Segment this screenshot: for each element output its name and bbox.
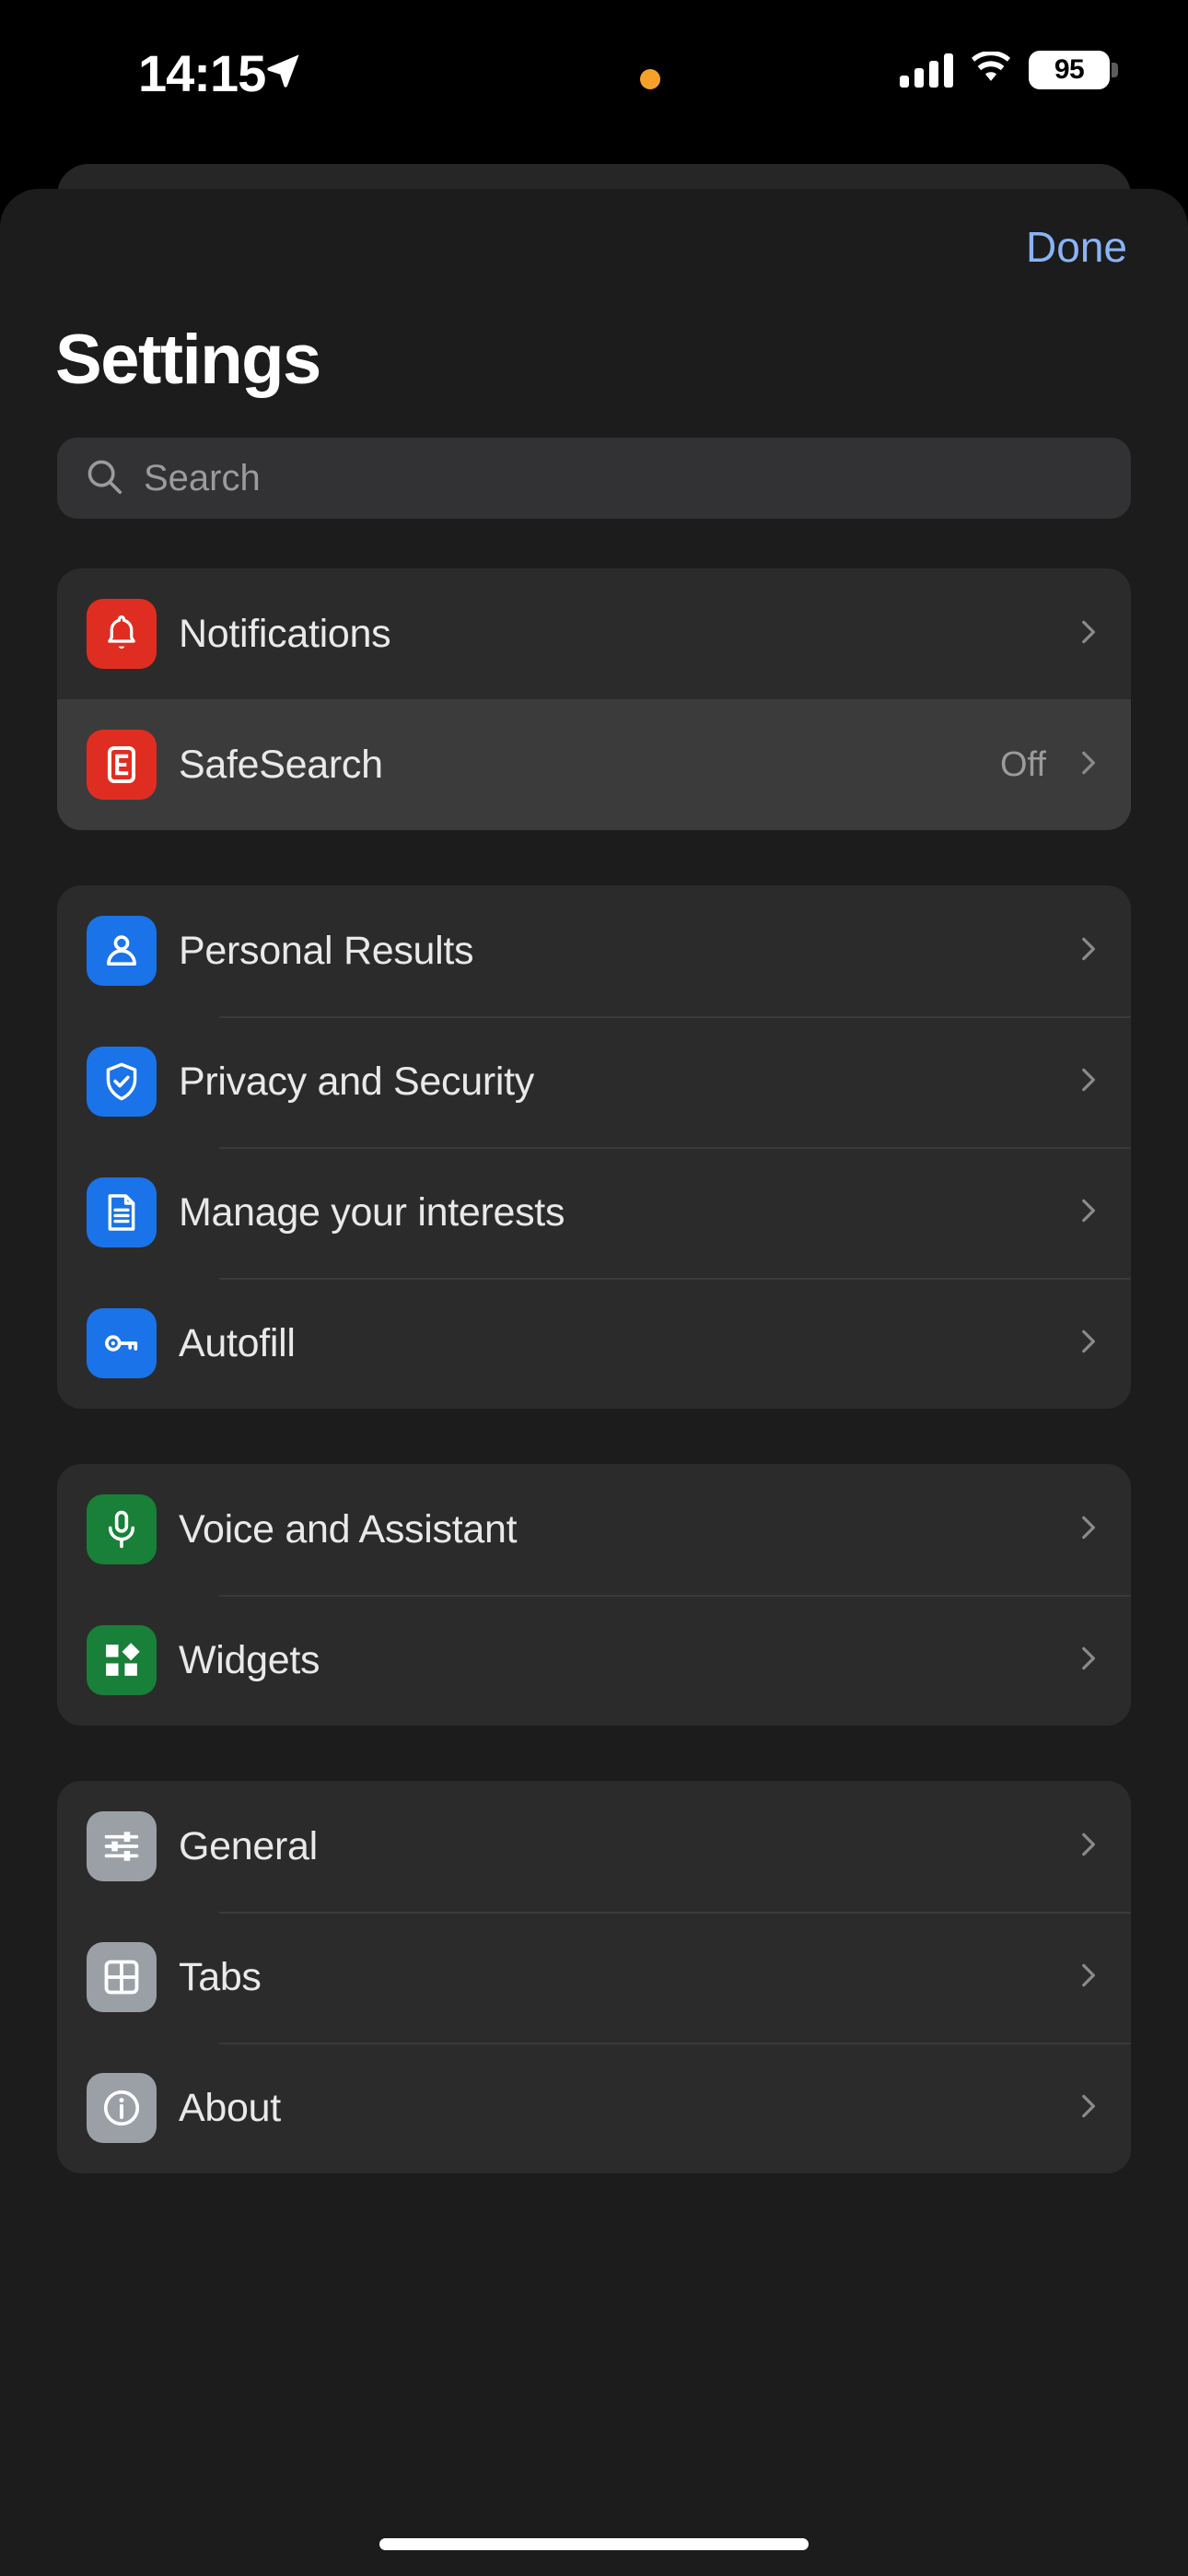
cellular-signal-icon (900, 53, 953, 88)
settings-row-voice-and-assistant[interactable]: Voice and Assistant (57, 1464, 1131, 1595)
widgets-icon (87, 1625, 157, 1695)
page-title: Settings (55, 321, 321, 399)
settings-row-notifications[interactable]: Notifications (57, 568, 1131, 699)
grid-icon (87, 1942, 157, 2012)
chevron-right-icon (1072, 1064, 1103, 1100)
row-divider (219, 1912, 1131, 1914)
chevron-right-icon (1072, 1643, 1103, 1679)
settings-row-safesearch[interactable]: SafeSearch Off (57, 699, 1131, 830)
status-bar-indicators: 95 (900, 50, 1118, 89)
key-icon (87, 1308, 157, 1378)
row-divider (219, 2043, 1131, 2044)
chevron-right-icon (1072, 1829, 1103, 1865)
settings-row-privacy-and-security[interactable]: Privacy and Security (57, 1016, 1131, 1147)
sliders-icon (87, 1811, 157, 1881)
settings-row-label: Widgets (179, 1637, 320, 1682)
search-field[interactable]: Search (57, 438, 1131, 519)
settings-group: General Tabs About (57, 1781, 1131, 2173)
phone-screen: 14:15 95 Done Settings Search Notificati… (0, 0, 1188, 2576)
settings-row-manage-your-interests[interactable]: Manage your interests (57, 1147, 1131, 1278)
rating-e-icon (87, 730, 157, 800)
settings-row-widgets[interactable]: Widgets (57, 1595, 1131, 1726)
chevron-right-icon (1072, 933, 1103, 969)
settings-groups: Notifications SafeSearch Off Personal Resul… (0, 568, 1188, 2173)
home-indicator-bar (379, 2538, 809, 2550)
row-divider (219, 1278, 1131, 1280)
settings-row-value: Off (1000, 745, 1046, 784)
search-placeholder: Search (144, 458, 261, 498)
done-button[interactable]: Done (1020, 222, 1133, 272)
battery-icon: 95 (1029, 51, 1118, 89)
settings-row-label: SafeSearch (179, 742, 383, 787)
bell-icon (87, 599, 157, 669)
row-divider (219, 1595, 1131, 1597)
settings-row-label: Manage your interests (179, 1189, 565, 1235)
settings-row-about[interactable]: About (57, 2043, 1131, 2173)
settings-row-label: Personal Results (179, 928, 474, 973)
settings-group: Notifications SafeSearch Off (57, 568, 1131, 830)
settings-group: Personal Results Privacy and Security Mana… (57, 885, 1131, 1409)
settings-row-label: Tabs (179, 1954, 262, 1999)
shield-check-icon (87, 1047, 157, 1117)
settings-row-label: Autofill (179, 1320, 296, 1365)
chevron-right-icon (1072, 616, 1103, 652)
wifi-icon (970, 50, 1012, 89)
chevron-right-icon (1072, 1326, 1103, 1362)
row-divider (219, 1016, 1131, 1018)
settings-sheet: Done Settings Search Notifications SafeSe… (0, 189, 1188, 2576)
document-icon (87, 1177, 157, 1247)
settings-row-label: Notifications (179, 611, 391, 656)
settings-row-personal-results[interactable]: Personal Results (57, 885, 1131, 1016)
status-bar: 14:15 95 (0, 0, 1188, 157)
settings-row-label: About (179, 2085, 281, 2130)
location-arrow-icon (264, 51, 303, 94)
row-divider (219, 1147, 1131, 1149)
settings-row-tabs[interactable]: Tabs (57, 1912, 1131, 2043)
settings-row-general[interactable]: General (57, 1781, 1131, 1912)
settings-row-label: Privacy and Security (179, 1059, 534, 1104)
settings-row-label: General (179, 1823, 318, 1868)
microphone-icon (87, 1494, 157, 1564)
chevron-right-icon (1072, 2090, 1103, 2126)
chevron-right-icon (1072, 1960, 1103, 1996)
settings-row-label: Voice and Assistant (179, 1506, 518, 1551)
info-icon (87, 2073, 157, 2143)
chevron-right-icon (1072, 1512, 1103, 1548)
sheet-navigation-bar: Done (0, 189, 1188, 299)
settings-row-autofill[interactable]: Autofill (57, 1278, 1131, 1409)
chevron-right-icon (1072, 747, 1103, 783)
status-bar-clock: 14:15 (138, 44, 266, 102)
search-icon (83, 455, 125, 502)
settings-group: Voice and Assistant Widgets (57, 1464, 1131, 1726)
person-icon (87, 916, 157, 986)
orange-privacy-dot (640, 69, 660, 89)
battery-percent-label: 95 (1054, 54, 1085, 85)
chevron-right-icon (1072, 1195, 1103, 1231)
